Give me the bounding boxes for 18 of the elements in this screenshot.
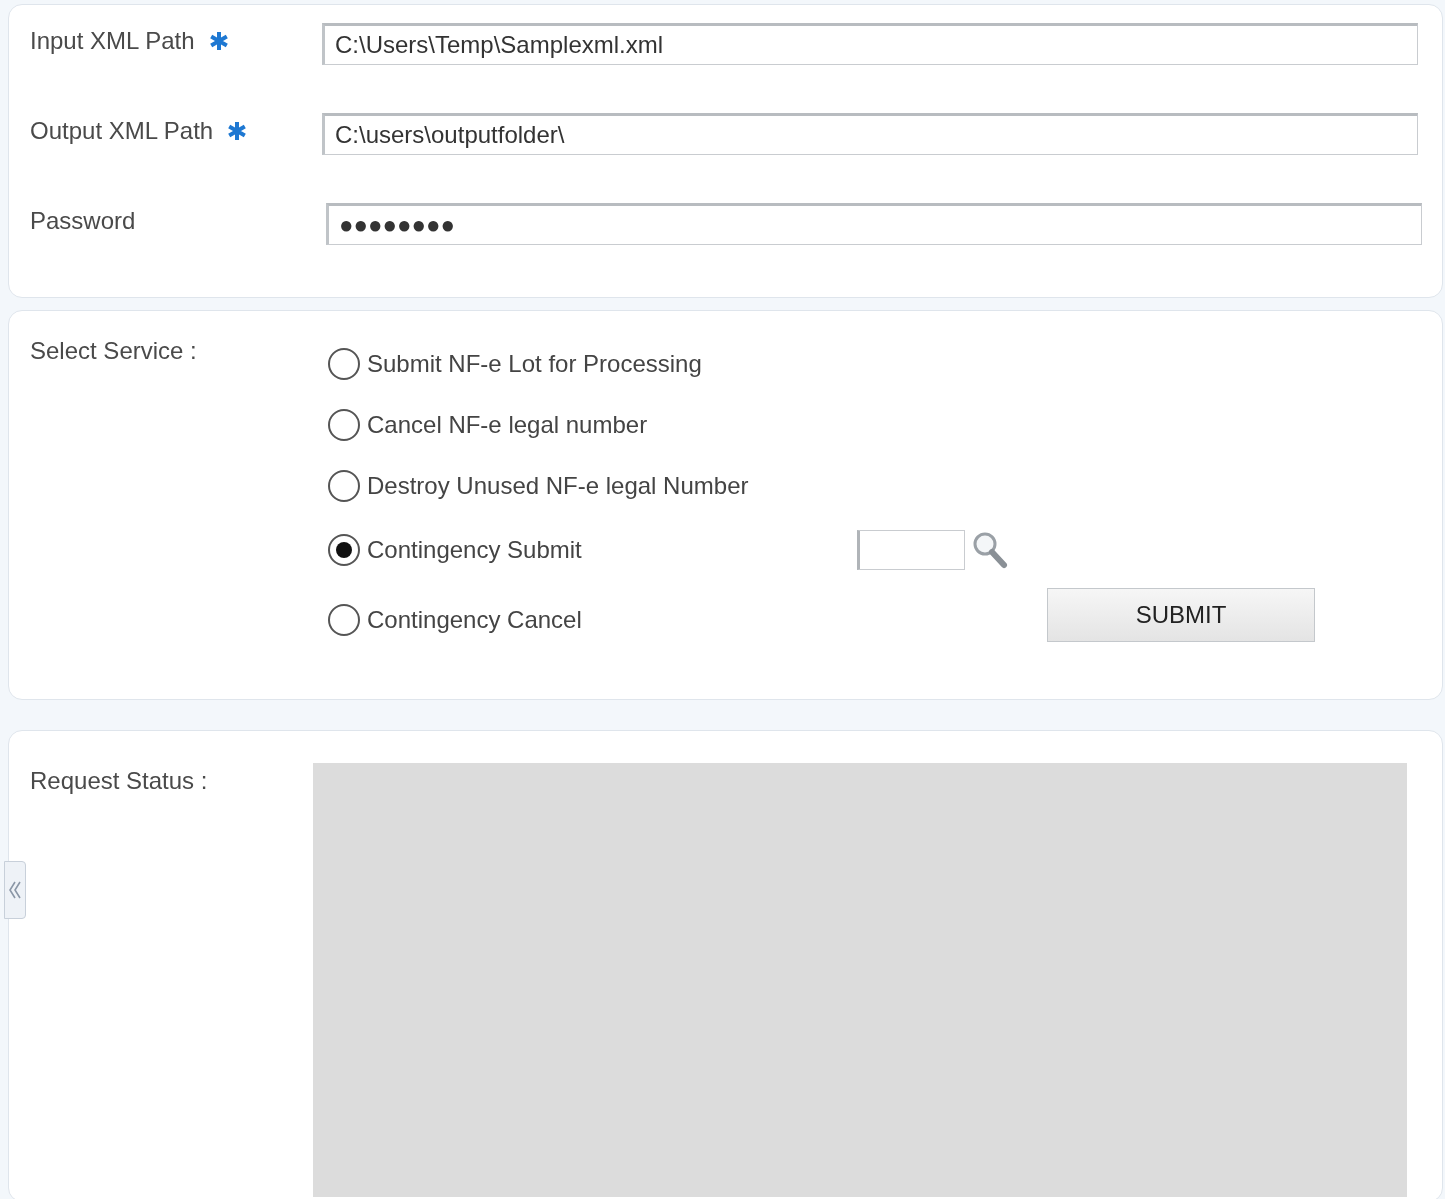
radio-option[interactable]: Submit NF-e Lot for Processing: [327, 346, 702, 381]
radio-option[interactable]: Contingency Submit: [327, 533, 582, 567]
field-label: Select Service :: [30, 337, 197, 365]
search-icon[interactable]: [971, 530, 1009, 570]
field-label: Password: [30, 207, 136, 235]
radio-option[interactable]: Contingency Cancel: [327, 603, 582, 637]
radio-option[interactable]: Destroy Unused NF-e legal Number: [327, 468, 749, 503]
submit-button[interactable]: SUBMIT: [1047, 588, 1315, 642]
text-field[interactable]: C:\Users\Temp\Samplexml.xml: [322, 23, 1418, 65]
field-label: Input XML Path: [30, 27, 195, 55]
text-field[interactable]: ●●●●●●●●: [326, 203, 1422, 245]
radio-option[interactable]: Cancel NF-e legal number: [327, 407, 648, 442]
lookup-field[interactable]: [857, 530, 965, 570]
double-chevron-icon: [8, 879, 22, 901]
field-label: Request Status :: [30, 767, 208, 795]
text-field[interactable]: C:\users\outputfolder\: [322, 113, 1418, 155]
field-label: Output XML Path: [30, 117, 214, 145]
collapse-handle[interactable]: [4, 861, 26, 919]
